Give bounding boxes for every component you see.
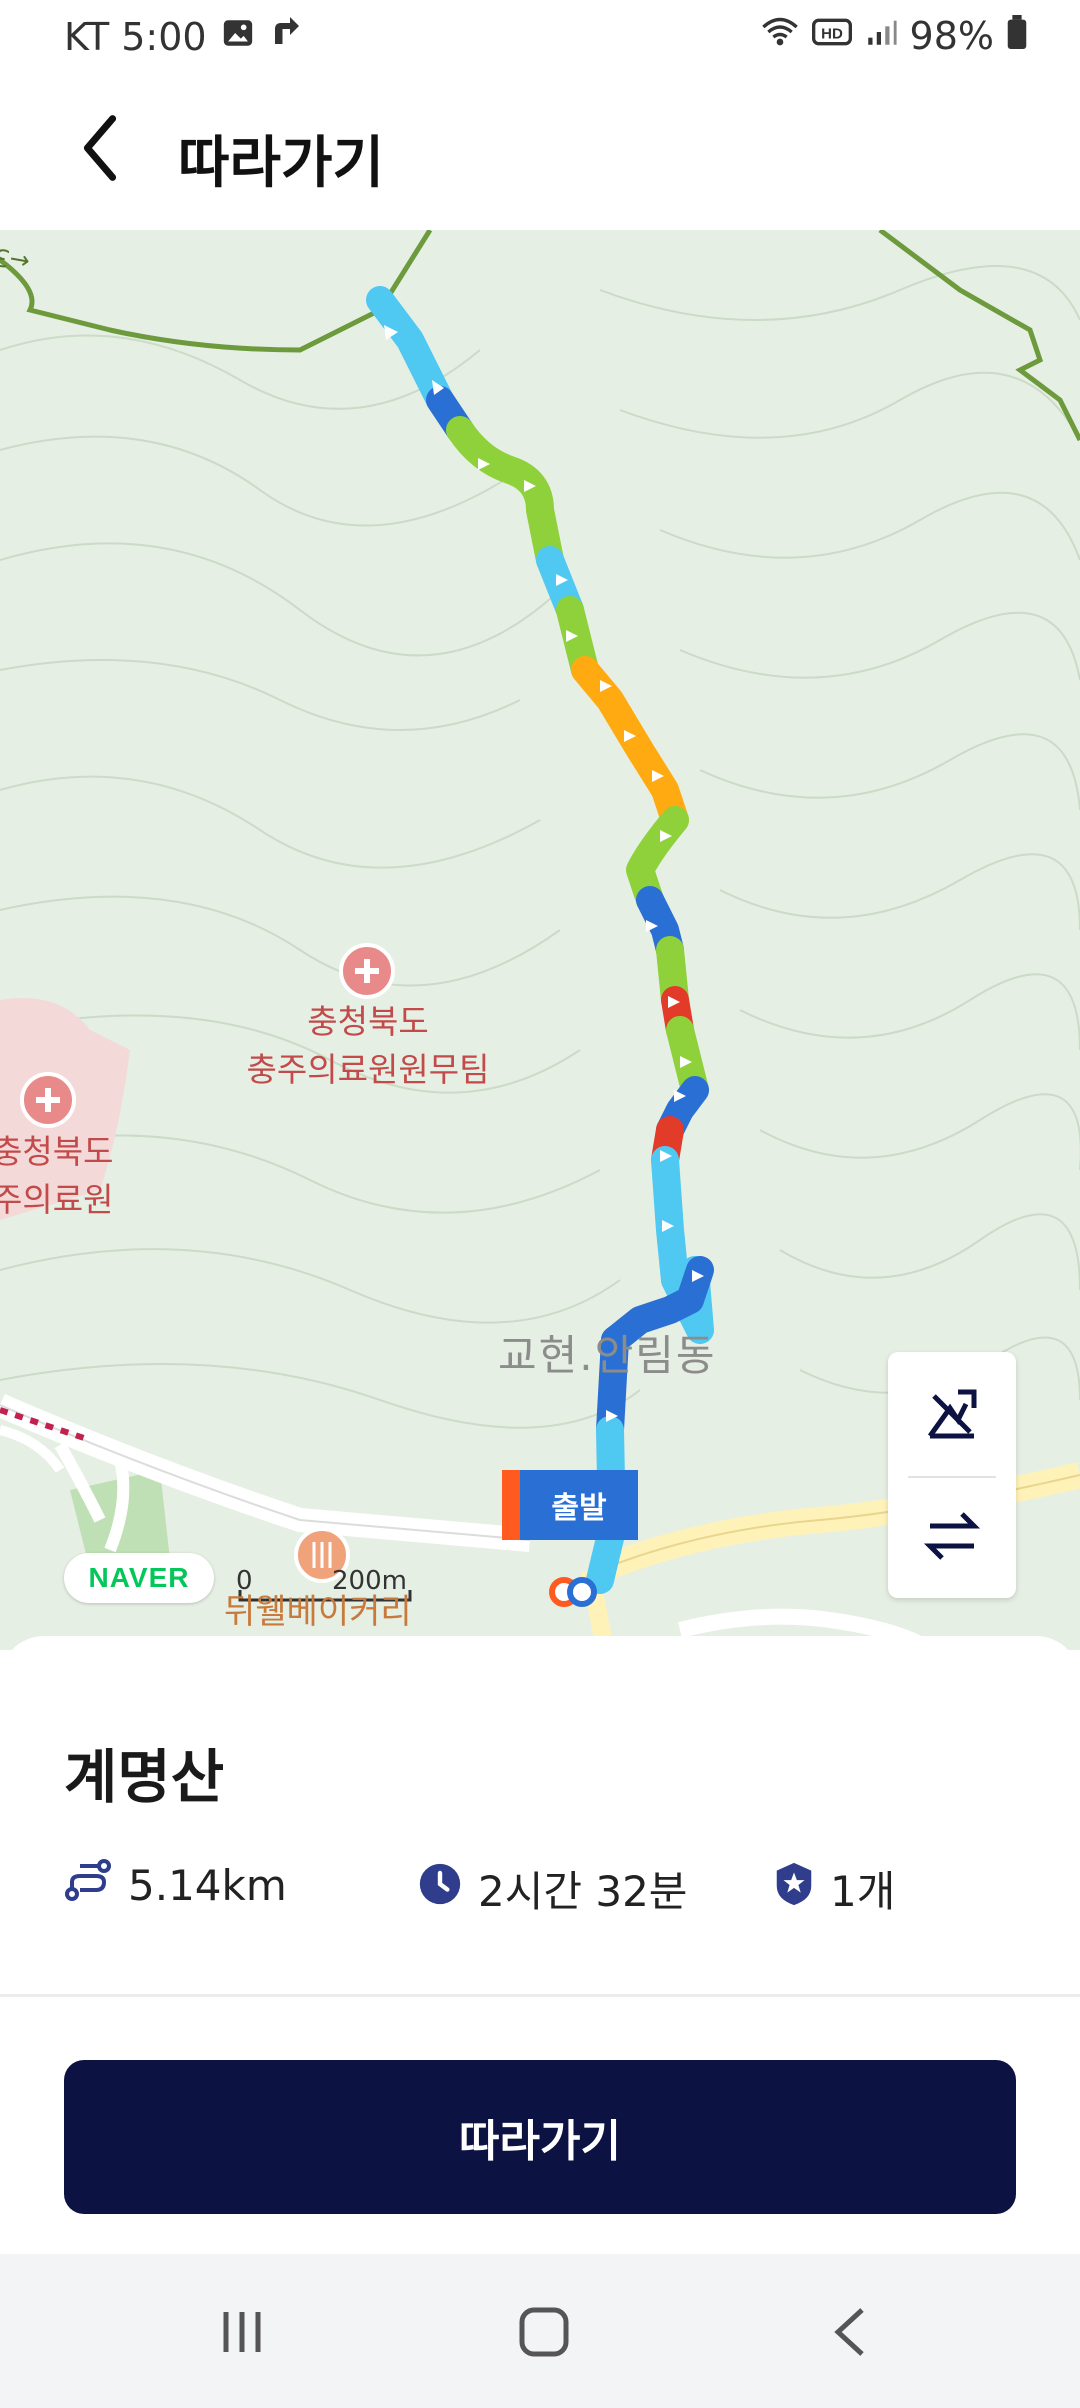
scale-zero: 0 <box>236 1566 253 1596</box>
duration-value: 2시간 32분 <box>478 1867 688 1916</box>
naver-logo: NAVER <box>64 1553 214 1603</box>
hospital-2-line2: 주의료원 <box>0 1180 114 1219</box>
naver-logo-text: NAVER <box>88 1562 190 1593</box>
follow-button[interactable]: 따라가기 <box>64 2060 1016 2214</box>
trail-line-1 <box>0 230 433 353</box>
route-path <box>366 286 714 1594</box>
swap-direction-button[interactable] <box>888 1478 1016 1598</box>
duration-stat: 2시간 32분 <box>418 1858 687 1919</box>
contour-lines <box>0 265 1080 1429</box>
navigation-icon <box>269 14 305 59</box>
back-arrow-icon <box>75 113 125 187</box>
map-controls <box>888 1352 1016 1598</box>
status-right: HD 98% <box>760 14 1028 58</box>
distance-stat: 5.14km <box>64 1858 287 1912</box>
nav-back-icon <box>826 2304 870 2364</box>
scale-distance: 200m <box>332 1566 407 1596</box>
header <box>0 76 1080 230</box>
wifi-icon <box>760 14 800 58</box>
home-icon <box>516 2304 572 2364</box>
page-title: 따라가기 <box>178 131 385 196</box>
signal-icon <box>864 14 898 58</box>
image-icon <box>221 15 255 59</box>
trail-line-2 <box>878 230 1080 442</box>
back-button[interactable] <box>60 110 140 190</box>
divider <box>0 1994 1080 1997</box>
hospital-1-line2: 충주의료원원무팀 <box>246 1050 490 1089</box>
star-badge-icon <box>774 1861 814 1917</box>
home-button[interactable] <box>504 2294 584 2374</box>
swap-direction-icon <box>922 1506 982 1570</box>
battery-level: 98% <box>909 14 994 58</box>
hospital-2-name: 충청북도 주의료원 <box>0 1125 113 1221</box>
mountain-name: 계명산 <box>64 1743 225 1811</box>
distance-value: 5.14km <box>128 1860 287 1910</box>
route-icon <box>64 1858 112 1912</box>
nav-back-button[interactable] <box>808 2294 888 2374</box>
svg-text:HD: HD <box>821 26 843 43</box>
elevation-toggle-button[interactable] <box>888 1356 1016 1476</box>
elevation-toggle-icon <box>922 1384 982 1448</box>
badge-count: 1개 <box>830 1867 896 1916</box>
status-left: KT 5:00 <box>64 14 305 59</box>
hospital-1-name: 충청북도 충주의료원원무팀 <box>247 995 490 1091</box>
hospital-1-line1: 충청북도 <box>307 1002 429 1041</box>
battery-icon <box>1006 14 1028 58</box>
hospital-2-line1: 충청북도 <box>0 1132 114 1171</box>
start-marker-label: 출발 <box>551 1491 607 1526</box>
badge-stat: 1개 <box>774 1858 895 1919</box>
status-time: KT 5:00 <box>64 14 207 59</box>
start-marker[interactable]: 출발 <box>502 1470 638 1540</box>
recents-icon <box>216 2306 268 2362</box>
recents-button[interactable] <box>202 2294 282 2374</box>
hd-icon: HD <box>811 14 852 58</box>
clock-icon <box>418 1862 462 1916</box>
area-label: 교현.안림동 <box>498 1331 717 1380</box>
status-bar: KT 5:00 HD 98% <box>0 0 1080 76</box>
